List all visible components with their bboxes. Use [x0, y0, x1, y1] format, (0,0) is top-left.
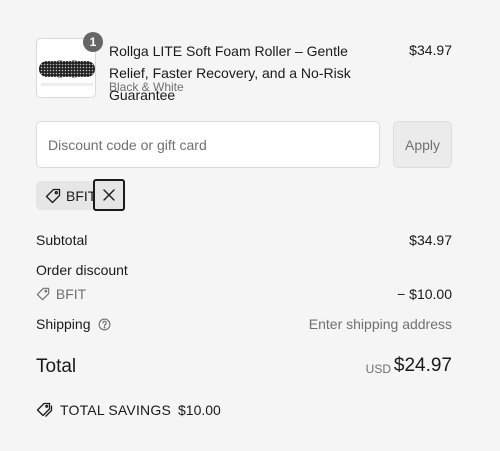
total-savings: TOTAL SAVINGS $10.00 — [36, 402, 221, 418]
subtotal-label: Subtotal — [36, 232, 88, 248]
shipping-value: Enter shipping address — [308, 316, 452, 332]
discount-line-value: − $10.00 — [397, 286, 452, 302]
subtotal-value: $34.97 — [409, 232, 452, 248]
shipping-label: Shipping — [36, 316, 91, 332]
discount-tag-icon — [36, 287, 50, 304]
savings-amount: $10.00 — [178, 402, 221, 418]
subtotal-row: Subtotal $34.97 — [36, 232, 452, 248]
order-discount-label: Order discount — [36, 262, 128, 278]
apply-button[interactable]: Apply — [393, 121, 452, 168]
remove-discount-button[interactable] — [93, 179, 125, 211]
savings-tag-icon — [36, 402, 53, 418]
discount-line-row: BFIT − $10.00 — [36, 286, 452, 304]
applied-discount-code: BFIT — [66, 188, 97, 204]
shipping-row: Shipping Enter shipping address — [36, 316, 452, 334]
product-thumbnail: 1 — [36, 32, 103, 98]
total-amount: $24.97 — [393, 355, 452, 376]
product-title: Rollga LITE Soft Foam Roller – Gentle Re… — [109, 43, 351, 103]
tag-icon — [45, 188, 61, 209]
order-discount-row: Order discount — [36, 262, 452, 278]
total-label: Total — [36, 356, 77, 377]
close-icon — [103, 189, 115, 201]
savings-label: TOTAL SAVINGS — [60, 402, 171, 418]
currency-code: USD — [365, 362, 391, 376]
line-item: 1 Rollga LITE Soft Foam Roller – Gentle … — [36, 32, 452, 103]
product-variant: Black & White — [109, 80, 184, 94]
discount-line-code: BFIT — [55, 286, 87, 302]
quantity-badge: 1 — [83, 32, 103, 52]
discount-code-input[interactable] — [36, 121, 380, 168]
help-icon[interactable] — [98, 318, 111, 334]
product-price: $34.97 — [409, 42, 452, 58]
